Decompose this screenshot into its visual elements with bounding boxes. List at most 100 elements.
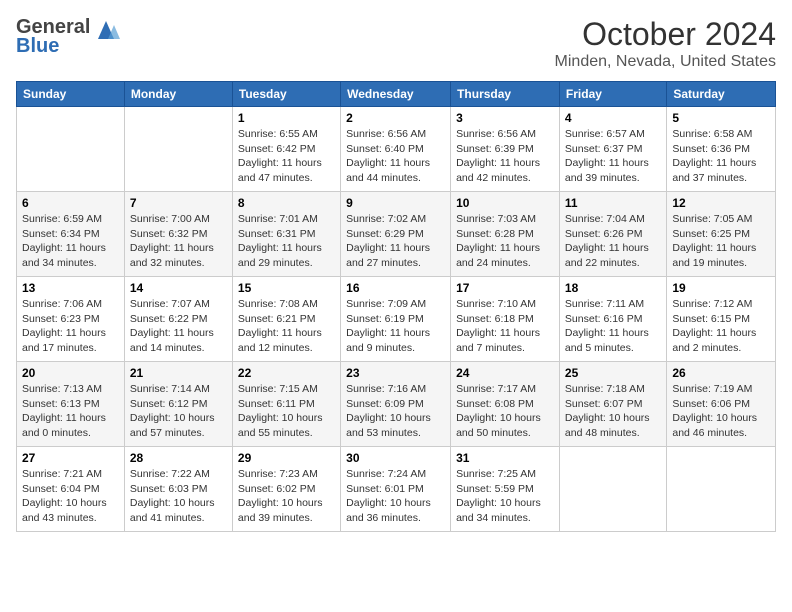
day-cell: 2 Sunrise: 6:56 AMSunset: 6:40 PMDaylight… — [341, 107, 451, 192]
day-number: 4 — [565, 111, 661, 125]
day-detail: Sunrise: 6:56 AMSunset: 6:39 PMDaylight:… — [456, 127, 554, 186]
day-number: 7 — [130, 196, 227, 210]
header-cell-saturday: Saturday — [667, 82, 776, 107]
day-detail: Sunrise: 7:04 AMSunset: 6:26 PMDaylight:… — [565, 212, 661, 271]
logo-icon — [92, 17, 120, 39]
day-cell: 27Sunrise: 7:21 AMSunset: 6:04 PMDayligh… — [17, 447, 125, 532]
day-detail: Sunrise: 7:11 AMSunset: 6:16 PMDaylight:… — [565, 297, 661, 356]
day-cell: 11Sunrise: 7:04 AMSunset: 6:26 PMDayligh… — [559, 192, 666, 277]
day-cell: 12Sunrise: 7:05 AMSunset: 6:25 PMDayligh… — [667, 192, 776, 277]
day-number: 20 — [22, 366, 119, 380]
day-cell: 24Sunrise: 7:17 AMSunset: 6:08 PMDayligh… — [451, 362, 560, 447]
day-number: 17 — [456, 281, 554, 295]
day-cell: 16 Sunrise: 7:09 AMSunset: 6:19 PMDayligh… — [341, 277, 451, 362]
day-detail: Sunrise: 7:10 AMSunset: 6:18 PMDaylight:… — [456, 297, 554, 356]
day-number: 29 — [238, 451, 335, 465]
day-number: 6 — [22, 196, 119, 210]
day-cell: 7 Sunrise: 7:00 AMSunset: 6:32 PMDaylight… — [124, 192, 232, 277]
day-number: 19 — [672, 281, 770, 295]
week-row-2: 6 Sunrise: 6:59 AMSunset: 6:34 PMDaylight… — [17, 192, 776, 277]
day-cell — [667, 447, 776, 532]
day-detail: Sunrise: 7:02 AMSunset: 6:29 PMDaylight:… — [346, 212, 445, 271]
day-detail: Sunrise: 6:55 AMSunset: 6:42 PMDaylight:… — [238, 127, 335, 186]
day-cell: 31 Sunrise: 7:25 AMSunset: 5:59 PMDayligh… — [451, 447, 560, 532]
day-number: 31 — [456, 451, 554, 465]
day-number: 5 — [672, 111, 770, 125]
day-detail: Sunrise: 7:22 AMSunset: 6:03 PMDaylight:… — [130, 467, 227, 526]
day-number: 13 — [22, 281, 119, 295]
day-detail: Sunrise: 7:14 AMSunset: 6:12 PMDaylight:… — [130, 382, 227, 441]
day-cell: 21 Sunrise: 7:14 AMSunset: 6:12 PMDayligh… — [124, 362, 232, 447]
day-cell: 29 Sunrise: 7:23 AMSunset: 6:02 PMDayligh… — [232, 447, 340, 532]
day-cell: 14 Sunrise: 7:07 AMSunset: 6:22 PMDayligh… — [124, 277, 232, 362]
day-detail: Sunrise: 7:23 AMSunset: 6:02 PMDaylight:… — [238, 467, 335, 526]
day-detail: Sunrise: 6:57 AMSunset: 6:37 PMDaylight:… — [565, 127, 661, 186]
day-cell: 5 Sunrise: 6:58 AMSunset: 6:36 PMDaylight… — [667, 107, 776, 192]
title-block: October 2024 Minden, Nevada, United Stat… — [555, 16, 776, 71]
day-detail: Sunrise: 7:21 AMSunset: 6:04 PMDaylight:… — [22, 467, 119, 526]
day-number: 22 — [238, 366, 335, 380]
day-cell: 30 Sunrise: 7:24 AMSunset: 6:01 PMDayligh… — [341, 447, 451, 532]
day-cell: 1 Sunrise: 6:55 AMSunset: 6:42 PMDaylight… — [232, 107, 340, 192]
day-detail: Sunrise: 7:25 AMSunset: 5:59 PMDaylight:… — [456, 467, 554, 526]
day-number: 23 — [346, 366, 445, 380]
header-cell-thursday: Thursday — [451, 82, 560, 107]
header-cell-wednesday: Wednesday — [341, 82, 451, 107]
day-cell: 22 Sunrise: 7:15 AMSunset: 6:11 PMDayligh… — [232, 362, 340, 447]
day-detail: Sunrise: 7:16 AMSunset: 6:09 PMDaylight:… — [346, 382, 445, 441]
day-number: 18 — [565, 281, 661, 295]
day-detail: Sunrise: 6:59 AMSunset: 6:34 PMDaylight:… — [22, 212, 119, 271]
day-cell: 28Sunrise: 7:22 AMSunset: 6:03 PMDayligh… — [124, 447, 232, 532]
day-detail: Sunrise: 7:00 AMSunset: 6:32 PMDaylight:… — [130, 212, 227, 271]
day-detail: Sunrise: 6:56 AMSunset: 6:40 PMDaylight:… — [346, 127, 445, 186]
logo: General Blue — [16, 16, 120, 58]
week-row-4: 20 Sunrise: 7:13 AMSunset: 6:13 PMDayligh… — [17, 362, 776, 447]
day-detail: Sunrise: 6:58 AMSunset: 6:36 PMDaylight:… — [672, 127, 770, 186]
day-cell: 8 Sunrise: 7:01 AMSunset: 6:31 PMDaylight… — [232, 192, 340, 277]
day-detail: Sunrise: 7:19 AMSunset: 6:06 PMDaylight:… — [672, 382, 770, 441]
day-number: 3 — [456, 111, 554, 125]
day-cell — [559, 447, 666, 532]
logo-blue-text: Blue — [16, 35, 59, 58]
day-number: 16 — [346, 281, 445, 295]
day-number: 10 — [456, 196, 554, 210]
header-cell-friday: Friday — [559, 82, 666, 107]
day-detail: Sunrise: 7:09 AMSunset: 6:19 PMDaylight:… — [346, 297, 445, 356]
day-number: 21 — [130, 366, 227, 380]
day-cell: 26 Sunrise: 7:19 AMSunset: 6:06 PMDayligh… — [667, 362, 776, 447]
header-row: SundayMondayTuesdayWednesdayThursdayFrid… — [17, 82, 776, 107]
day-cell: 23 Sunrise: 7:16 AMSunset: 6:09 PMDayligh… — [341, 362, 451, 447]
day-cell: 10 Sunrise: 7:03 AMSunset: 6:28 PMDayligh… — [451, 192, 560, 277]
day-detail: Sunrise: 7:07 AMSunset: 6:22 PMDaylight:… — [130, 297, 227, 356]
day-detail: Sunrise: 7:18 AMSunset: 6:07 PMDaylight:… — [565, 382, 661, 441]
day-number: 25 — [565, 366, 661, 380]
day-number: 26 — [672, 366, 770, 380]
day-detail: Sunrise: 7:24 AMSunset: 6:01 PMDaylight:… — [346, 467, 445, 526]
day-detail: Sunrise: 7:03 AMSunset: 6:28 PMDaylight:… — [456, 212, 554, 271]
header-cell-monday: Monday — [124, 82, 232, 107]
day-number: 8 — [238, 196, 335, 210]
day-cell: 9 Sunrise: 7:02 AMSunset: 6:29 PMDaylight… — [341, 192, 451, 277]
header-cell-sunday: Sunday — [17, 82, 125, 107]
day-number: 2 — [346, 111, 445, 125]
day-number: 1 — [238, 111, 335, 125]
day-cell: 13Sunrise: 7:06 AMSunset: 6:23 PMDayligh… — [17, 277, 125, 362]
day-detail: Sunrise: 7:01 AMSunset: 6:31 PMDaylight:… — [238, 212, 335, 271]
day-detail: Sunrise: 7:15 AMSunset: 6:11 PMDaylight:… — [238, 382, 335, 441]
week-row-3: 13Sunrise: 7:06 AMSunset: 6:23 PMDayligh… — [17, 277, 776, 362]
day-cell: 3 Sunrise: 6:56 AMSunset: 6:39 PMDaylight… — [451, 107, 560, 192]
day-number: 9 — [346, 196, 445, 210]
day-cell — [124, 107, 232, 192]
day-number: 14 — [130, 281, 227, 295]
page-subtitle: Minden, Nevada, United States — [555, 53, 776, 71]
day-cell — [17, 107, 125, 192]
day-detail: Sunrise: 7:13 AMSunset: 6:13 PMDaylight:… — [22, 382, 119, 441]
day-number: 15 — [238, 281, 335, 295]
calendar-table: SundayMondayTuesdayWednesdayThursdayFrid… — [16, 81, 776, 532]
day-cell: 20 Sunrise: 7:13 AMSunset: 6:13 PMDayligh… — [17, 362, 125, 447]
day-number: 30 — [346, 451, 445, 465]
week-row-1: 1 Sunrise: 6:55 AMSunset: 6:42 PMDaylight… — [17, 107, 776, 192]
day-cell: 6 Sunrise: 6:59 AMSunset: 6:34 PMDaylight… — [17, 192, 125, 277]
day-cell: 18 Sunrise: 7:11 AMSunset: 6:16 PMDayligh… — [559, 277, 666, 362]
page-header: General Blue October 2024 Minden, Nevada… — [16, 16, 776, 71]
